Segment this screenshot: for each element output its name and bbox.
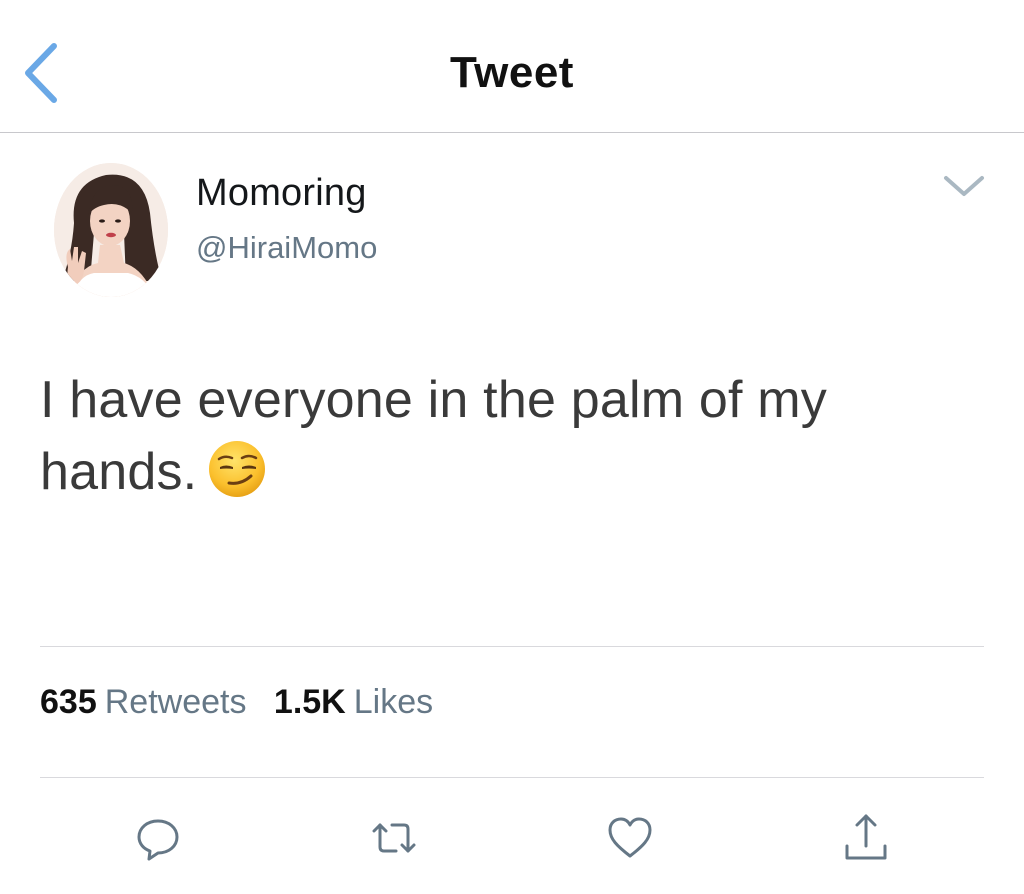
heart-icon <box>608 817 652 858</box>
smirking-face-emoji <box>209 441 266 497</box>
divider <box>40 646 984 647</box>
share-button[interactable] <box>838 810 894 866</box>
page-title: Tweet <box>450 48 574 97</box>
more-options-button[interactable] <box>938 166 990 206</box>
likes-label: Likes <box>353 683 434 721</box>
tweet-text-container: I have everyone in the palm of my hands. <box>40 364 940 508</box>
profile-photo <box>54 163 168 297</box>
share-icon <box>845 814 887 860</box>
likes-stat[interactable]: 1.5K Likes <box>274 683 433 722</box>
retweet-button[interactable] <box>366 810 422 866</box>
engagement-stats: 635 Retweets 1.5K Likes <box>40 683 451 722</box>
like-button[interactable] <box>602 810 658 866</box>
retweet-icon <box>372 823 416 853</box>
author-display-name[interactable]: Momoring <box>196 172 367 215</box>
retweets-stat[interactable]: 635 Retweets <box>40 683 246 722</box>
author-handle[interactable]: @HiraiMomo <box>196 230 377 266</box>
likes-count: 1.5K <box>273 683 346 721</box>
reply-button[interactable] <box>130 810 186 866</box>
chevron-down-icon <box>944 176 984 196</box>
reply-icon <box>137 819 179 861</box>
nav-bar: Tweet <box>0 0 1024 133</box>
avatar[interactable] <box>54 163 168 297</box>
tweet-text: I have everyone in the palm of my hands. <box>40 371 828 501</box>
retweets-count: 635 <box>40 683 97 721</box>
divider <box>40 777 984 778</box>
retweets-label: Retweets <box>104 683 247 721</box>
